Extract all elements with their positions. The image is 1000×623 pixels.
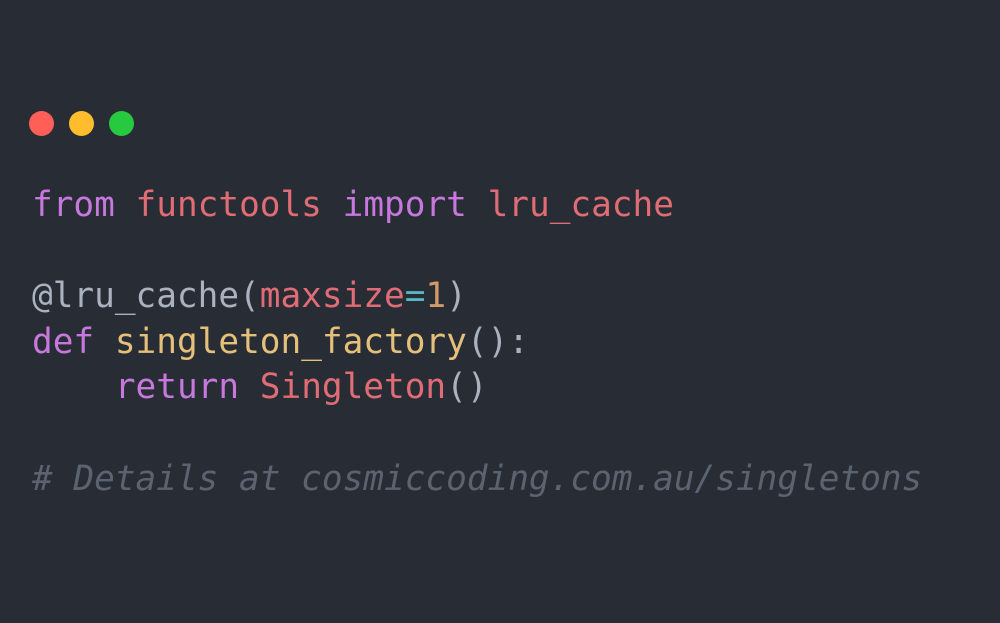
code-token: return [114,367,240,408]
code-token: Singleton [259,367,447,408]
maximize-button[interactable] [109,111,134,136]
code-comment: # Details at cosmiccoding.com.au/singlet… [32,458,923,499]
window-controls [29,111,134,136]
code-token: = [404,276,426,317]
code-token: 1 [425,276,447,317]
code-token: functools [135,185,322,225]
code-token: singleton_factory [114,321,467,362]
code-token: lru_cache [487,185,674,225]
code-line: def singleton_factory(): [32,320,922,366]
code-token: def [32,321,95,362]
minimize-button[interactable] [69,111,94,136]
code-block: from functools import lru_cache @lru_cach… [32,183,922,502]
code-line: return Singleton() [32,365,922,411]
code-line: @lru_cache(maxsize=1) [32,274,922,320]
code-token: @lru_cache( [32,276,260,317]
code-line: # Details at cosmiccoding.com.au/singlet… [32,457,922,503]
code-token: ) [446,276,467,317]
code-token: () [446,367,488,408]
code-line: from functools import lru_cache [32,183,922,229]
code-window: from functools import lru_cache @lru_cach… [0,0,1000,623]
code-token: maxsize [259,276,405,317]
close-button[interactable] [29,111,54,136]
code-token: (): [466,321,529,362]
code-token: import [342,185,467,225]
code-token: from [32,185,115,225]
